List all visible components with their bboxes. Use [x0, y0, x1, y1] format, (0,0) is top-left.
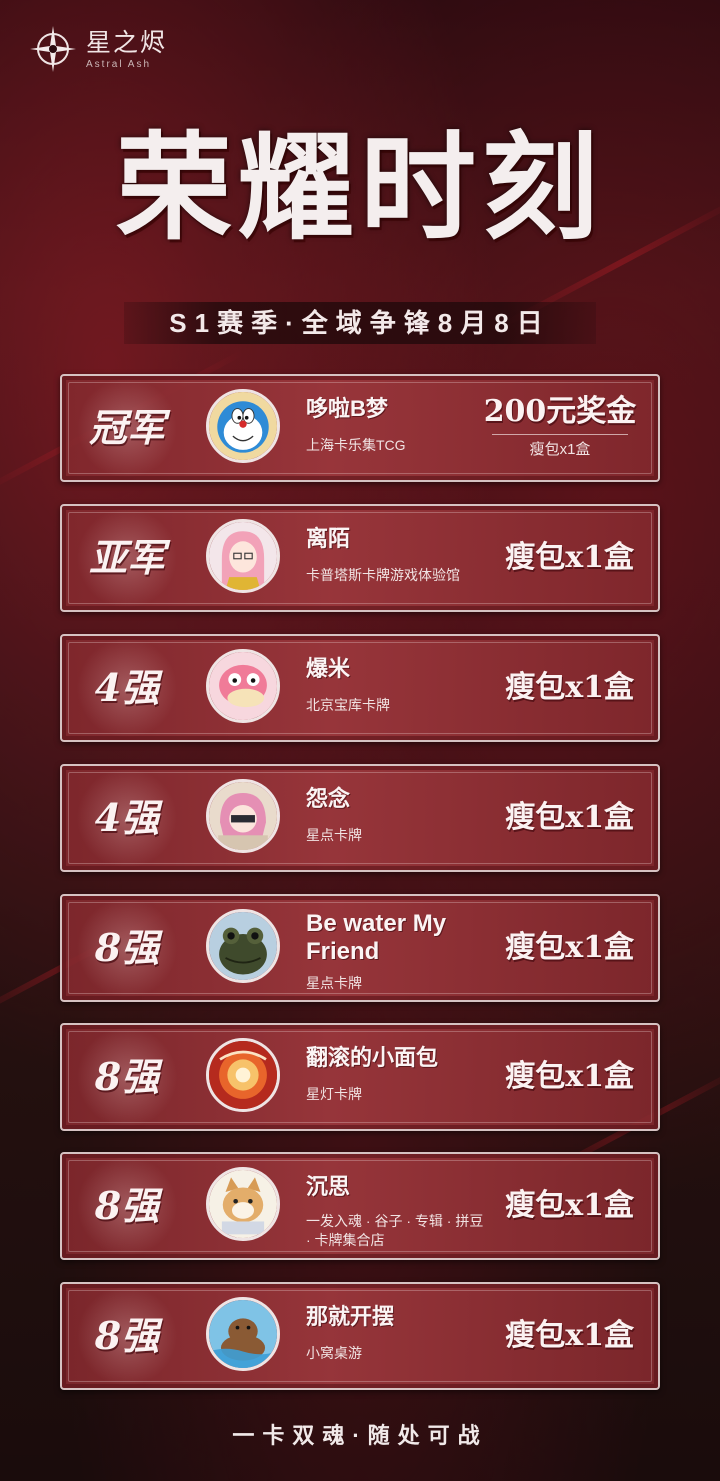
player-name: Be water My Friend — [306, 910, 447, 965]
brand-name-en: Astral Ash — [86, 58, 152, 70]
cat-avatar — [206, 1167, 280, 1241]
store-name: 小窝桌游 — [306, 1345, 362, 1361]
star-emblem-icon — [30, 26, 76, 72]
ranking-row-champion: 冠军 哆啦B梦 上海卡乐集TCG 200元奖金 瘦包x1盒 — [60, 374, 660, 482]
store-name: 星灯卡牌 — [306, 1086, 362, 1102]
rank-label: 4强 — [62, 766, 192, 870]
slowpoke-avatar — [206, 649, 280, 723]
ranking-row-top4: 4强 怨念 星点卡牌 瘦包x1盒 — [60, 764, 660, 872]
player-name: 翻滚的小面包 — [306, 1045, 439, 1070]
player-name: 怨念 — [306, 786, 351, 811]
anime-girl-avatar — [206, 519, 280, 593]
rank-label: 8强 — [62, 1154, 192, 1258]
pink-hair-avatar — [206, 779, 280, 853]
prize-divider — [492, 434, 628, 435]
prize-main: 瘦包x1盒 — [505, 540, 634, 575]
prize-main: 瘦包x1盒 — [505, 670, 634, 705]
bread-avatar — [206, 1038, 280, 1112]
store-name: 上海卡乐集TCG — [306, 437, 406, 453]
event-subtitle: S1赛季·全域争锋8月8日 — [124, 302, 596, 344]
store-name: 一发入魂 · 谷子 · 专辑 · 拼豆 · 卡牌集合店 — [306, 1213, 484, 1248]
rank-label: 冠军 — [62, 376, 192, 480]
ranking-row-runner-up: 亚军 离陌 卡普塔斯卡牌游戏体验馆 瘦包x1盒 — [60, 504, 660, 612]
capybara-avatar — [206, 1297, 280, 1371]
prize-main: 瘦包x1盒 — [505, 930, 634, 965]
rank-label: 8强 — [62, 1284, 192, 1388]
player-name: 哆啦B梦 — [306, 396, 388, 421]
player-name: 那就开摆 — [306, 1304, 395, 1329]
store-name: 北京宝库卡牌 — [306, 697, 390, 713]
ranking-row-top8: 8强 翻滚的小面包 星灯卡牌 瘦包x1盒 — [60, 1023, 660, 1131]
store-name: 星点卡牌 — [306, 975, 362, 991]
player-name: 沉思 — [306, 1174, 351, 1199]
prize-main: 瘦包x1盒 — [505, 800, 634, 835]
ranking-row-top8: 8强 那就开摆 小窝桌游 瘦包x1盒 — [60, 1282, 660, 1390]
prize-main: 瘦包x1盒 — [505, 1188, 634, 1223]
ranking-row-top8: 8强 沉思 一发入魂 · 谷子 · 专辑 · 拼豆 · 卡牌集合店 瘦包x1盒 — [60, 1152, 660, 1260]
prize-main: 200元奖金 — [483, 394, 637, 429]
store-name: 星点卡牌 — [306, 827, 362, 843]
rank-label: 8强 — [62, 896, 192, 1000]
player-name: 离陌 — [306, 526, 351, 551]
prize-extra: 瘦包x1盒 — [529, 441, 591, 458]
brand-logo: 星之烬 Astral Ash — [28, 24, 167, 74]
player-name: 爆米 — [306, 656, 351, 681]
footer-slogan: 一卡双魂·随处可战 — [232, 1423, 488, 1448]
brand-name-cn: 星之烬 — [86, 27, 168, 57]
store-name: 卡普塔斯卡牌游戏体验馆 — [306, 567, 460, 583]
rank-label: 4强 — [62, 636, 192, 740]
prize-main: 瘦包x1盒 — [505, 1059, 634, 1094]
ranking-row-top8: 8强 Be water My Friend 星点卡牌 瘦包x1盒 — [60, 894, 660, 1002]
doraemon-avatar — [206, 389, 280, 463]
ranking-row-top4: 4强 爆米 北京宝库卡牌 瘦包x1盒 — [60, 634, 660, 742]
frog-avatar — [206, 909, 280, 983]
prize-main: 瘦包x1盒 — [505, 1318, 634, 1353]
rank-label: 8强 — [62, 1025, 192, 1129]
rank-label: 亚军 — [62, 506, 192, 610]
page-title: 荣耀时刻 — [116, 120, 604, 256]
